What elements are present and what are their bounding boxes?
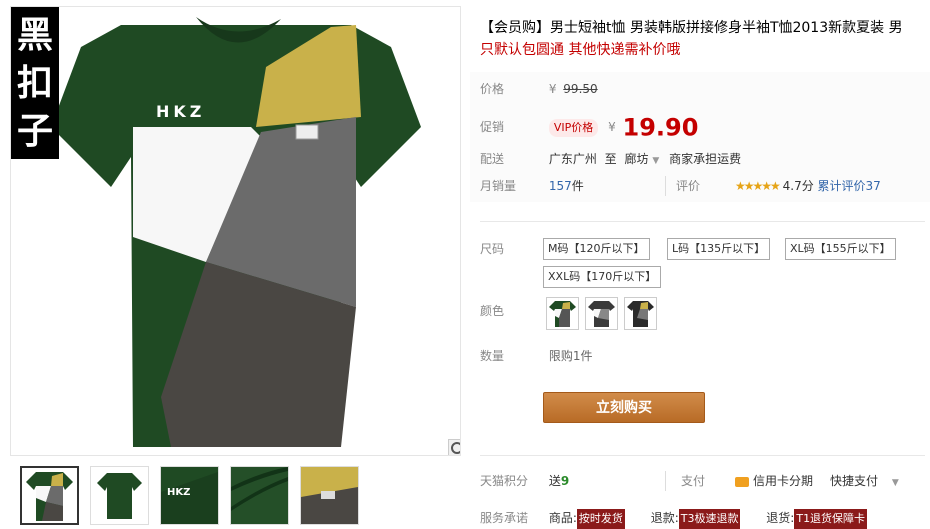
- buy-now-button[interactable]: 立刻购买: [543, 392, 705, 423]
- thumbnail-5[interactable]: [300, 466, 359, 525]
- points-row: 天猫积分 送9 支付 信用卡分期 快捷支付 ▼: [480, 471, 899, 491]
- title-promo: 只默认包圆通 其他快递需补价哦: [480, 42, 681, 58]
- service-goods-label: 商品:: [548, 511, 577, 525]
- thumbnail-3[interactable]: HKZ: [160, 466, 219, 525]
- color-option-2[interactable]: [585, 297, 618, 330]
- divider: [480, 455, 925, 456]
- rating-score: 4.7分: [782, 179, 814, 193]
- chevron-down-icon: ▼: [891, 478, 899, 488]
- rating-group: ★★★★★ 4.7分 累计评价37: [735, 176, 881, 196]
- delivery-to-word: 至: [604, 152, 617, 166]
- vip-badge: VIP价格: [548, 119, 599, 137]
- credit-card-icon: [735, 476, 749, 487]
- sales-row: 月销量 157件 评价 ★★★★★ 4.7分 累计评价37: [480, 176, 881, 196]
- color-option-3[interactable]: [624, 297, 657, 330]
- svg-text:HKZ: HKZ: [156, 102, 205, 121]
- delivery-from: 广东广州: [548, 152, 597, 166]
- pay-label: 支付: [665, 471, 705, 491]
- points-value: 9: [560, 474, 570, 488]
- installment-text: 信用卡分期: [753, 474, 814, 488]
- price-currency: ¥: [548, 82, 557, 96]
- quick-pay-text: 快捷支付: [830, 474, 879, 488]
- promo-label: 促销: [480, 120, 505, 134]
- promo-currency: ¥: [608, 120, 616, 134]
- review-label: 评价: [665, 176, 700, 196]
- promo-row: 促销 VIP价格 ¥ 19.90: [480, 113, 699, 142]
- service-return-label: 退货:: [766, 511, 795, 525]
- rating-stars-icon: ★★★★★: [735, 179, 781, 193]
- product-info: 【会员购】男士短袖t恤 男装韩版拼接修身半袖T恤2013新款夏装 男 只默认包圆…: [470, 0, 930, 529]
- delivery-label: 配送: [480, 152, 505, 166]
- size-option-l[interactable]: L码【135斤以下】: [667, 238, 771, 260]
- title-text: 【会员购】男士短袖t恤 男装韩版拼接修身半袖T恤2013新款夏装 男: [480, 20, 903, 36]
- delivery-row: 配送 广东广州 至 廊坊 ▼ 商家承担运费: [480, 149, 741, 169]
- sales-count: 157: [548, 179, 572, 193]
- size-option-xxl[interactable]: XXL码【170斤以下】: [543, 266, 662, 288]
- service-label: 服务承诺: [480, 511, 529, 525]
- size-option-m[interactable]: M码【120斤以下】: [543, 238, 650, 260]
- service-row: 服务承诺 商品: 按时发货 退款: T3极速退款 退货: T1退货保障卡: [480, 508, 868, 529]
- size-option-xl[interactable]: XL码【155斤以下】: [785, 238, 896, 260]
- quick-pay-select[interactable]: 快捷支付 ▼: [830, 471, 899, 493]
- thumbnail-strip: HKZ: [20, 466, 359, 525]
- service-refund-tag[interactable]: T3极速退款: [678, 509, 741, 529]
- thumbnail-4[interactable]: [230, 466, 289, 525]
- svg-text:HKZ: HKZ: [167, 487, 190, 498]
- review-count-link[interactable]: 累计评价37: [818, 179, 881, 193]
- points-prefix: 送: [548, 474, 561, 488]
- delivery-note: 商家承担运费: [669, 152, 742, 166]
- delivery-to: 廊坊: [624, 152, 649, 166]
- thumbnail-2[interactable]: [90, 466, 149, 525]
- service-return-tag[interactable]: T1退货保障卡: [794, 509, 868, 529]
- delivery-to-select[interactable]: 廊坊 ▼: [625, 152, 660, 166]
- service-refund-label: 退款:: [650, 511, 679, 525]
- quantity-row: 数量 限购1件: [480, 346, 592, 366]
- zoom-icon[interactable]: [448, 439, 460, 455]
- color-option-1[interactable]: [546, 297, 579, 330]
- color-label: 颜色: [480, 304, 505, 318]
- installment-link[interactable]: 信用卡分期: [735, 471, 813, 491]
- points-label: 天猫积分: [480, 474, 529, 488]
- sales-label: 月销量: [480, 179, 517, 193]
- product-gallery: HKZ 黑扣子 HKZ: [0, 0, 462, 529]
- price-label: 价格: [480, 82, 505, 96]
- tshirt-illustration: HKZ: [51, 17, 421, 447]
- color-label-row: 颜色: [480, 301, 545, 321]
- thumbnail-1[interactable]: [20, 466, 79, 525]
- original-price: 99.50: [563, 82, 598, 96]
- quantity-label: 数量: [480, 349, 505, 363]
- size-label: 尺码: [480, 242, 505, 256]
- brand-logo: 黑扣子: [11, 7, 59, 159]
- chevron-down-icon: ▼: [652, 156, 660, 166]
- promo-price: 19.90: [622, 113, 699, 142]
- sales-unit: 件: [571, 179, 584, 193]
- product-title: 【会员购】男士短袖t恤 男装韩版拼接修身半袖T恤2013新款夏装 男 只默认包圆…: [480, 17, 925, 61]
- main-product-image[interactable]: HKZ 黑扣子: [10, 6, 461, 456]
- service-goods-tag[interactable]: 按时发货: [576, 509, 625, 529]
- price-row: 价格 ¥ 99.50: [480, 79, 598, 99]
- quantity-limit: 限购1件: [548, 349, 593, 363]
- size-label-row: 尺码: [480, 239, 545, 259]
- divider: [480, 221, 925, 222]
